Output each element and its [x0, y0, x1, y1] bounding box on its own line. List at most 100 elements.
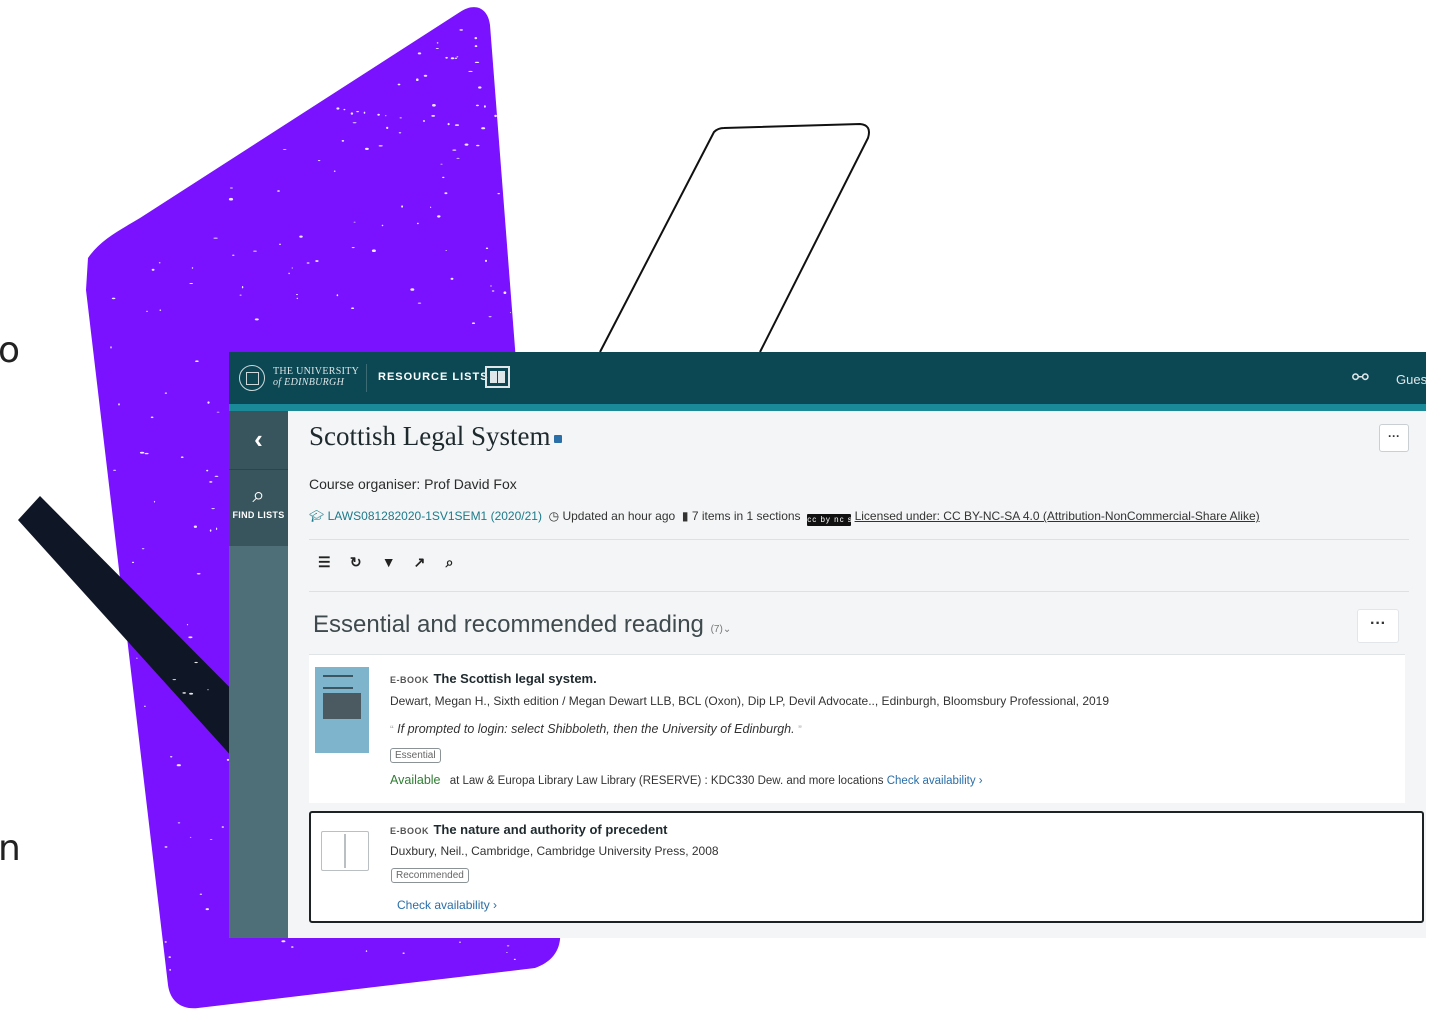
speckle — [468, 70, 473, 72]
list-metadata: 🎓︎ LAWS081282020-1SV1SEM1 (2020/21) ◷ Up… — [309, 509, 1260, 526]
speckle — [452, 149, 457, 151]
list-more-button[interactable]: ··· — [1379, 424, 1409, 452]
speckle — [371, 249, 376, 252]
list-item[interactable]: E-BOOK The nature and authority of prece… — [309, 811, 1424, 923]
speckle — [216, 411, 220, 413]
speckle — [176, 764, 181, 767]
list-item[interactable]: E-BOOK The Scottish legal system. Dewart… — [309, 654, 1405, 803]
speckle — [385, 115, 387, 117]
header-divider — [366, 364, 367, 392]
section-more-button[interactable]: ··· — [1357, 609, 1399, 643]
speckle — [110, 346, 112, 349]
license-link[interactable]: Licensed under: CC BY-NC-SA 4.0 (Attribu… — [855, 509, 1260, 523]
speckle — [491, 290, 495, 292]
speckle — [189, 692, 194, 695]
bookmark-icon[interactable] — [554, 434, 563, 443]
check-availability-link[interactable]: Check availability › — [887, 775, 983, 787]
speckle — [206, 469, 209, 472]
speckle — [352, 122, 357, 124]
course-code-link[interactable]: LAWS081282020-1SV1SEM1 (2020/21) — [328, 509, 542, 523]
speckle — [111, 297, 116, 300]
speckle — [402, 952, 405, 954]
section-header: Essential and recommended reading (7)⌄ ·… — [309, 609, 1405, 649]
speckle — [333, 170, 336, 172]
speckle — [195, 360, 199, 363]
speckle — [254, 318, 259, 321]
speckle — [459, 941, 461, 943]
book-placeholder-icon[interactable] — [321, 831, 369, 871]
speckle — [207, 401, 210, 404]
clipped-text-fragment: n — [0, 828, 21, 869]
speckle — [356, 111, 359, 113]
chevron-down-icon[interactable]: ⌄ — [723, 624, 731, 635]
book-cover-image[interactable] — [315, 667, 369, 753]
user-menu[interactable]: Guest — [1396, 372, 1426, 387]
speckle — [442, 176, 445, 179]
check-availability-link[interactable]: Check availability › — [397, 898, 497, 912]
item-title-link[interactable]: The nature and authority of precedent — [433, 822, 667, 837]
speckle — [494, 114, 497, 118]
refresh-icon[interactable]: ↻ — [350, 554, 378, 571]
resource-lists-window: THE UNIVERSITY of EDINBURGH RESOURCE LIS… — [229, 352, 1426, 938]
product-name[interactable]: RESOURCE LISTS — [378, 371, 489, 383]
item-title-link[interactable]: The Scottish legal system. — [433, 671, 596, 686]
speckle — [164, 846, 168, 848]
speckle — [432, 104, 436, 107]
speckle — [445, 56, 448, 59]
link-icon[interactable]: ⚯ — [1352, 365, 1369, 390]
updated-time: Updated an hour ago — [562, 509, 676, 523]
university-line2: of EDINBURGH — [273, 377, 345, 388]
list-view-icon[interactable]: ☰ — [318, 554, 346, 571]
speckle — [253, 250, 257, 252]
speckle — [209, 481, 213, 483]
speckle — [437, 215, 441, 218]
speckle — [196, 573, 201, 575]
find-lists-button[interactable]: ⌕ FIND LISTS — [229, 469, 288, 546]
speckle — [172, 679, 177, 681]
cover-building-graphic — [323, 693, 361, 719]
speckle — [475, 104, 479, 107]
speckle — [182, 692, 186, 694]
speckle — [209, 839, 213, 840]
list-toolbar: ☰ ↻ ▼ ↗ ⌕ — [318, 554, 474, 571]
speckle — [170, 756, 173, 758]
speckle — [456, 56, 459, 58]
speckle — [151, 268, 155, 271]
speckle — [474, 61, 480, 64]
speckle — [189, 283, 193, 284]
search-icon[interactable]: ⌕ — [446, 554, 474, 571]
speckle — [341, 140, 345, 142]
speckle — [481, 127, 486, 130]
university-crest-icon[interactable] — [239, 365, 265, 391]
section-title[interactable]: Essential and recommended reading (7)⌄ — [313, 611, 731, 639]
speckle — [221, 826, 224, 828]
speckle — [447, 122, 450, 126]
speckle — [193, 525, 197, 528]
speckle — [336, 294, 339, 297]
collapse-icon[interactable]: ↗ — [414, 554, 442, 571]
speckle — [430, 206, 432, 208]
speckle — [416, 78, 419, 81]
speckle — [423, 74, 428, 77]
speckle — [188, 636, 193, 639]
filter-icon[interactable]: ▼ — [382, 554, 410, 570]
speckle — [459, 29, 464, 31]
speckle — [150, 416, 154, 419]
speckle — [365, 147, 369, 150]
collapse-sidebar-button[interactable]: ‹ — [229, 411, 288, 469]
item-note-text: If prompted to login: select Shibboleth,… — [397, 722, 795, 736]
university-wordmark[interactable]: THE UNIVERSITY of EDINBURGH — [273, 366, 359, 388]
speckle — [205, 908, 209, 911]
speckle — [474, 45, 478, 48]
importance-badge: Recommended — [391, 868, 469, 883]
speckle — [435, 48, 439, 49]
speckle — [241, 286, 244, 289]
speckle — [211, 508, 215, 510]
graduation-cap-icon: 🎓︎ — [309, 509, 325, 523]
divider — [309, 591, 1409, 592]
item-heading: E-BOOK The nature and authority of prece… — [390, 821, 667, 839]
speckle — [377, 113, 380, 116]
speckle — [144, 452, 149, 455]
speckle — [168, 956, 171, 958]
speckle — [291, 946, 294, 948]
